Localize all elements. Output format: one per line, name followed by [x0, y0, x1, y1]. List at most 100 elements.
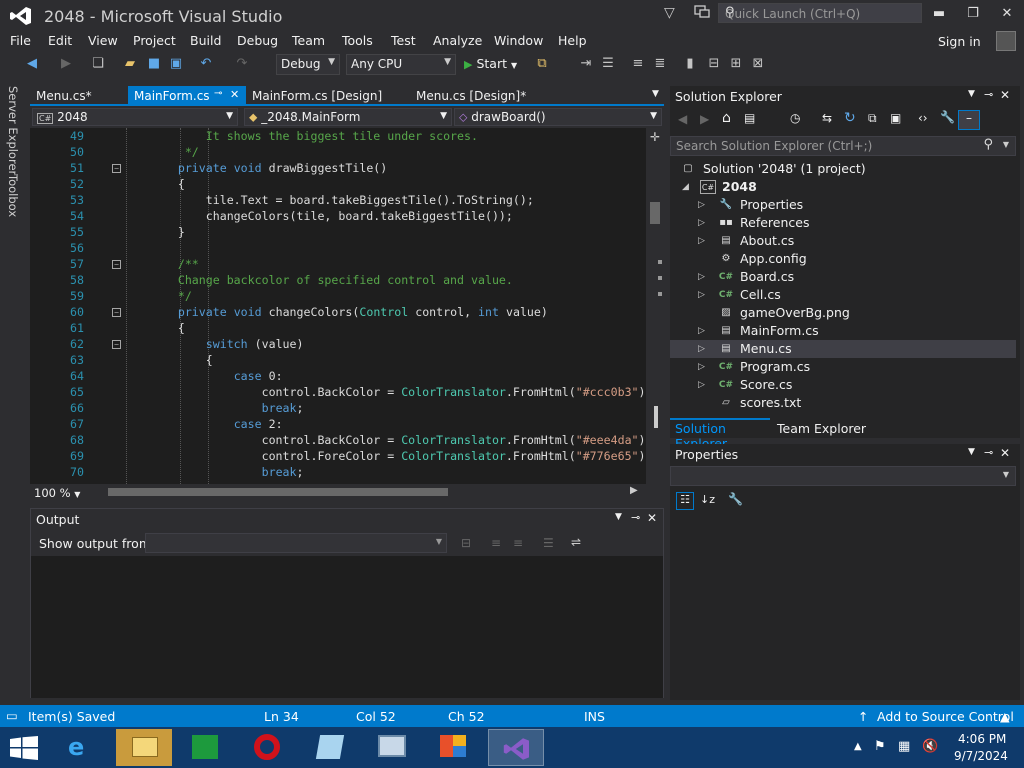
menu-view[interactable]: View	[88, 33, 118, 48]
code-line[interactable]: 50 */	[30, 144, 650, 160]
view-code-icon[interactable]: ‹›	[918, 111, 928, 125]
scroll-thumb[interactable]	[650, 202, 660, 224]
pin-icon[interactable]: ⊸	[214, 88, 222, 99]
tab-overflow-icon[interactable]: ▼	[646, 86, 665, 106]
windows-start-icon[interactable]	[10, 736, 38, 760]
expand-arrow-icon[interactable]: ▷	[698, 268, 705, 286]
file-explorer-taskbar-button[interactable]	[116, 729, 172, 766]
menu-tools[interactable]: Tools	[342, 33, 373, 48]
find-message-icon[interactable]: ⊟	[461, 536, 471, 550]
code-line[interactable]: 51 − private void drawBiggestTile()	[30, 160, 650, 176]
menu-debug[interactable]: Debug	[237, 33, 278, 48]
action-center-flag-icon[interactable]: ⚑	[874, 739, 886, 754]
menu-project[interactable]: Project	[133, 33, 176, 48]
close-panel-icon[interactable]: ✕	[1000, 88, 1010, 102]
breakpoints-icon[interactable]: ☰	[600, 56, 616, 72]
next-bookmark-icon[interactable]: ⊟	[706, 56, 722, 72]
expand-arrow-icon[interactable]: ▷	[698, 196, 705, 214]
code-line[interactable]: 53 tile.Text = board.takeBiggestTile().T…	[30, 192, 650, 208]
solution-explorer-bottom-tab[interactable]: Solution Explorer	[670, 418, 770, 451]
code-line[interactable]: 56	[30, 240, 650, 256]
home-icon[interactable]: ⌂	[722, 110, 731, 126]
tree-item[interactable]: ▷ ▤ Menu.cs	[670, 340, 1016, 358]
pin-icon[interactable]: ⊸	[984, 446, 993, 459]
switch-views-icon[interactable]: ▤	[744, 111, 755, 125]
code-line[interactable]: 62 − switch (value)	[30, 336, 650, 352]
tab-mainform-cs[interactable]: MainForm.cs ⊸ ✕	[128, 86, 246, 106]
tree-item[interactable]: ▷ ▪▪ References	[670, 214, 1016, 232]
tree-item[interactable]: ▷ C# Cell.cs	[670, 286, 1016, 304]
code-line[interactable]: 66 break;	[30, 400, 650, 416]
code-line[interactable]: 59 */	[30, 288, 650, 304]
h-scroll-thumb[interactable]	[108, 488, 448, 496]
member-navigation-select[interactable]: ⬦ drawBoard() ▼	[454, 108, 662, 126]
tab-mainform-design[interactable]: MainForm.cs [Design]	[246, 86, 388, 106]
collapse-all-icon[interactable]: ⧉	[868, 111, 877, 126]
expanded-arrow-icon[interactable]: ◢	[682, 178, 689, 196]
code-line[interactable]: 49 It shows the biggest tile under score…	[30, 128, 650, 144]
clock-date[interactable]: 9/7/2024	[954, 749, 1008, 763]
close-tab-icon[interactable]: ✕	[230, 88, 239, 101]
close-panel-icon[interactable]: ✕	[647, 511, 657, 525]
output-text-area[interactable]	[31, 556, 663, 698]
code-line[interactable]: 68 control.BackColor = ColorTranslator.F…	[30, 432, 652, 448]
server-explorer-tab[interactable]: Server Explorer	[6, 86, 20, 175]
tree-item[interactable]: ▷ 🔧 Properties	[670, 196, 1016, 214]
expand-arrow-icon[interactable]: ▷	[698, 340, 705, 358]
restore-button[interactable]: ❐	[958, 4, 988, 24]
code-line[interactable]: 70 break;	[30, 464, 650, 480]
save-all-icon[interactable]: ▣	[168, 56, 184, 72]
code-line[interactable]: 55 }	[30, 224, 650, 240]
menu-edit[interactable]: Edit	[48, 33, 72, 48]
next-message-icon[interactable]: ≡	[513, 536, 523, 550]
menu-test[interactable]: Test	[391, 33, 416, 48]
preview-selected-items-icon[interactable]: –	[958, 110, 980, 130]
properties-wrench-icon[interactable]: 🔧	[940, 110, 955, 124]
collapse-region-icon[interactable]: −	[112, 308, 121, 317]
menu-analyze[interactable]: Analyze	[433, 33, 482, 48]
quick-launch-input[interactable]: Quick Launch (Ctrl+Q) ⚲	[718, 3, 922, 23]
sign-in-link[interactable]: Sign in	[938, 34, 981, 49]
account-icon[interactable]	[996, 31, 1016, 51]
menu-window[interactable]: Window	[494, 33, 543, 48]
code-line[interactable]: 60 − private void changeColors(Control co…	[30, 304, 650, 320]
code-line[interactable]: 64 case 0:	[30, 368, 650, 384]
menu-team[interactable]: Team	[292, 33, 325, 48]
categorized-icon[interactable]: ☷	[676, 492, 694, 510]
pin-icon[interactable]: ⊸	[984, 88, 993, 101]
tree-item[interactable]: ▷ C# Program.cs	[670, 358, 1016, 376]
notepad-taskbar-button[interactable]	[302, 729, 358, 766]
minimize-button[interactable]: ▬	[924, 4, 954, 24]
tree-item[interactable]: ▱ scores.txt	[670, 394, 1016, 412]
scroll-right-icon[interactable]: ▶	[630, 485, 638, 496]
expand-arrow-icon[interactable]: ▷	[698, 286, 705, 304]
sync-active-document-icon[interactable]: ⇆	[822, 111, 832, 125]
redo-icon[interactable]: ↷	[234, 56, 250, 72]
browser-link-icon[interactable]: ⧉	[534, 56, 550, 72]
tab-menu-cs[interactable]: Menu.cs*	[30, 86, 98, 106]
feedback-icon[interactable]	[694, 5, 710, 19]
remote-desktop-taskbar-button[interactable]	[364, 729, 420, 766]
code-line[interactable]: 61 {	[30, 320, 650, 336]
prev-bookmark-icon[interactable]: ⊞	[728, 56, 744, 72]
navigate-back-icon[interactable]: ◀	[24, 56, 40, 72]
tree-item[interactable]: ▷ ▤ About.cs	[670, 232, 1016, 250]
office-taskbar-button[interactable]	[426, 729, 482, 766]
code-editor[interactable]: 49 It shows the biggest tile under score…	[30, 128, 664, 484]
forward-icon[interactable]: ▶	[700, 112, 709, 126]
output-source-select[interactable]: ▼	[145, 533, 447, 553]
solution-platform-select[interactable]: Any CPU ▼	[346, 54, 456, 75]
property-pages-icon[interactable]: 🔧	[728, 492, 743, 506]
code-line[interactable]: 57 − /**	[30, 256, 650, 272]
tree-item[interactable]: ▷ C# Board.cs	[670, 268, 1016, 286]
code-line[interactable]: 52 {	[30, 176, 650, 192]
start-debugging-button[interactable]: ▶ Start ▼	[464, 56, 517, 71]
type-navigation-select[interactable]: ⬥ _2048.MainForm ▼	[244, 108, 452, 126]
panel-menu-icon[interactable]: ▼	[968, 89, 975, 99]
opera-taskbar-button[interactable]	[240, 729, 296, 766]
refresh-icon[interactable]: ↻	[844, 110, 856, 126]
show-all-files-icon[interactable]: ▣	[890, 111, 901, 125]
editor-horizontal-scrollbar[interactable]: ▶	[30, 484, 664, 500]
code-line[interactable]: 69 control.ForeColor = ColorTranslator.F…	[30, 448, 652, 464]
collapse-region-icon[interactable]: −	[112, 164, 121, 173]
